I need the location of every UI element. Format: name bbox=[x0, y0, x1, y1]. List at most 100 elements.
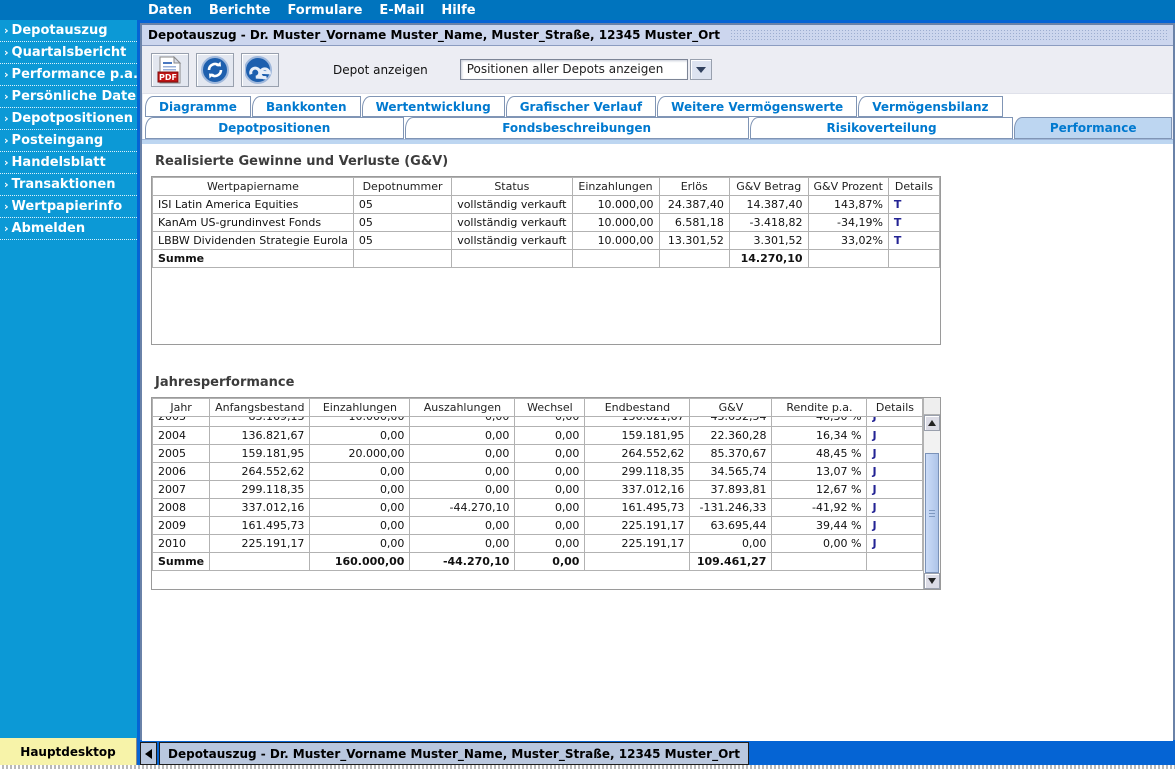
pdf-export-button[interactable]: PDF bbox=[151, 52, 189, 87]
details-link[interactable]: J bbox=[866, 426, 924, 445]
table-cell: 0,00 bbox=[689, 534, 773, 553]
refresh-button[interactable] bbox=[196, 52, 234, 87]
table-cell: 20.000,00 bbox=[309, 444, 411, 463]
table-cell: 0,00 bbox=[409, 416, 516, 427]
sidebar-item-depotpositionen[interactable]: › Depotpositionen bbox=[0, 108, 137, 130]
chevron-right-icon: › bbox=[4, 178, 9, 191]
window-title: Depotauszug - Dr. Muster_Vorname Muster_… bbox=[148, 28, 720, 42]
menu-item-berichte[interactable]: Berichte bbox=[209, 3, 271, 18]
sidebar-item-abmelden[interactable]: › Abmelden bbox=[0, 218, 137, 240]
menu-item-daten[interactable]: Daten bbox=[148, 3, 192, 18]
menu-item-email[interactable]: E-Mail bbox=[379, 3, 424, 18]
table-cell: 37.893,81 bbox=[689, 480, 773, 499]
chevron-right-icon: › bbox=[4, 24, 9, 37]
details-link[interactable]: J bbox=[866, 416, 924, 427]
details-link[interactable]: J bbox=[866, 534, 924, 553]
details-link[interactable]: T bbox=[887, 195, 941, 214]
table-cell bbox=[584, 552, 691, 571]
table-cell: 0,00 bbox=[514, 552, 586, 571]
details-link[interactable]: J bbox=[866, 444, 924, 463]
vertical-scrollbar[interactable] bbox=[923, 398, 940, 589]
sidebar-item-handelsblatt[interactable]: › Handelsblatt bbox=[0, 152, 137, 174]
menu-item-hilfe[interactable]: Hilfe bbox=[441, 3, 475, 18]
tab-wertentwicklung[interactable]: Wertentwicklung bbox=[361, 96, 505, 117]
taskbar-back-button[interactable] bbox=[140, 742, 157, 765]
column-header[interactable]: Einzahlungen bbox=[571, 177, 660, 196]
settings-button[interactable] bbox=[241, 52, 279, 87]
column-header[interactable]: G&V Betrag bbox=[728, 177, 809, 196]
tab-fondsbeschreibungen[interactable]: Fondsbeschreibungen bbox=[404, 117, 749, 139]
depot-select[interactable]: Positionen aller Depots anzeigen bbox=[459, 59, 712, 80]
column-header[interactable]: G&V Prozent bbox=[807, 177, 889, 196]
details-link[interactable]: J bbox=[866, 462, 924, 481]
details-link[interactable]: J bbox=[866, 498, 924, 517]
table-cell: 83.169,13 bbox=[209, 416, 311, 427]
table-cell: KanAm US-grundinvest Fonds bbox=[152, 213, 354, 232]
column-header[interactable]: Jahr bbox=[151, 398, 211, 417]
menu-item-formulare[interactable]: Formulare bbox=[287, 3, 362, 18]
scrollbar-thumb[interactable] bbox=[925, 453, 939, 573]
column-header[interactable]: Rendite p.a. bbox=[771, 398, 868, 417]
table-cell: 24.387,40 bbox=[658, 195, 730, 214]
sidebar-item-persnlichedaten[interactable]: › Persönliche Daten bbox=[0, 86, 137, 108]
table-cell: 2007 bbox=[151, 480, 211, 499]
menu-bar: Daten Berichte Formulare E-Mail Hilfe bbox=[0, 0, 1175, 20]
sidebar-item-performancepa[interactable]: › Performance p.a. bbox=[0, 64, 137, 86]
column-header[interactable]: Details bbox=[887, 177, 941, 196]
column-header[interactable]: Einzahlungen bbox=[309, 398, 411, 417]
tab-bankkonten[interactable]: Bankkonten bbox=[251, 96, 361, 117]
column-header[interactable]: Wertpapiername bbox=[152, 177, 354, 196]
table-cell: 225.191,17 bbox=[584, 534, 691, 553]
table-cell: 264.552,62 bbox=[584, 444, 691, 463]
tab-depotpositionen[interactable]: Depotpositionen bbox=[145, 117, 404, 139]
column-header[interactable]: G&V bbox=[689, 398, 773, 417]
tab-diagramme[interactable]: Diagramme bbox=[145, 96, 251, 117]
window-titlebar[interactable]: Depotauszug - Dr. Muster_Vorname Muster_… bbox=[142, 25, 1173, 46]
tab-risikoverteilung[interactable]: Risikoverteilung bbox=[749, 117, 1014, 139]
tab-performance[interactable]: Performance bbox=[1014, 117, 1173, 139]
tab-grafischerverlauf[interactable]: Grafischer Verlauf bbox=[505, 96, 657, 117]
sidebar-item-label: Handelsblatt bbox=[11, 155, 106, 170]
column-header[interactable]: Details bbox=[866, 398, 924, 417]
table-cell: 2009 bbox=[151, 516, 211, 535]
details-link[interactable]: J bbox=[866, 480, 924, 499]
sidebar-item-wertpapierinfo[interactable]: › Wertpapierinfo bbox=[0, 196, 137, 218]
svg-text:PDF: PDF bbox=[159, 73, 177, 82]
column-header[interactable]: Wechsel bbox=[514, 398, 586, 417]
sidebar-item-depotauszug[interactable]: › Depotauszug bbox=[0, 20, 137, 42]
tab-row-secondary: Diagramme Bankkonten Wertentwicklung Grafis… bbox=[142, 96, 1173, 117]
sidebar-item-transaktionen[interactable]: › Transaktionen bbox=[0, 174, 137, 196]
details-link[interactable]: T bbox=[887, 213, 941, 232]
tab-weiterevermgenswerte[interactable]: Weitere Vermögenswerte bbox=[657, 96, 858, 117]
table-cell bbox=[658, 249, 730, 268]
desktop-tab-hauptdesktop[interactable]: Hauptdesktop bbox=[0, 738, 137, 765]
table-cell: 43.652,54 bbox=[689, 416, 773, 427]
column-header[interactable]: Erlös bbox=[658, 177, 730, 196]
details-link[interactable]: T bbox=[887, 231, 941, 250]
column-header[interactable]: Depotnummer bbox=[352, 177, 453, 196]
column-header[interactable]: Endbestand bbox=[584, 398, 691, 417]
scroll-down-button[interactable] bbox=[924, 573, 940, 589]
taskbar-window-item[interactable]: Depotauszug - Dr. Muster_Vorname Muster_… bbox=[159, 742, 749, 765]
bottom-edge-divider bbox=[0, 765, 1175, 769]
gv-section-title: Realisierte Gewinne und Verluste (G&V) bbox=[155, 154, 449, 169]
sidebar-item-label: Quartalsbericht bbox=[11, 45, 127, 60]
sidebar-item-posteingang[interactable]: › Posteingang bbox=[0, 130, 137, 152]
column-header[interactable]: Auszahlungen bbox=[409, 398, 516, 417]
table-cell: -44.270,10 bbox=[409, 552, 516, 571]
scrollbar-track[interactable] bbox=[924, 431, 940, 453]
column-header[interactable]: Anfangsbestand bbox=[209, 398, 311, 417]
scroll-up-button[interactable] bbox=[924, 415, 940, 431]
chevron-down-icon bbox=[695, 66, 706, 73]
gv-table: Wertpapiername Depotnummer Status Einzahlun… bbox=[152, 177, 941, 268]
table-cell: 05 bbox=[352, 213, 453, 232]
table-cell: ISI Latin America Equities bbox=[152, 195, 354, 214]
column-header[interactable]: Status bbox=[451, 177, 573, 196]
table-cell: 161.495,73 bbox=[584, 498, 691, 517]
tab-vermgensbilanz[interactable]: Vermögensbilanz bbox=[858, 96, 1003, 117]
depot-select-arrow-button[interactable] bbox=[689, 59, 712, 80]
sidebar-item-quartalsbericht[interactable]: › Quartalsbericht bbox=[0, 42, 137, 64]
table-cell: 299.118,35 bbox=[209, 480, 311, 499]
details-link[interactable]: J bbox=[866, 516, 924, 535]
depot-select-value[interactable]: Positionen aller Depots anzeigen bbox=[459, 59, 688, 80]
